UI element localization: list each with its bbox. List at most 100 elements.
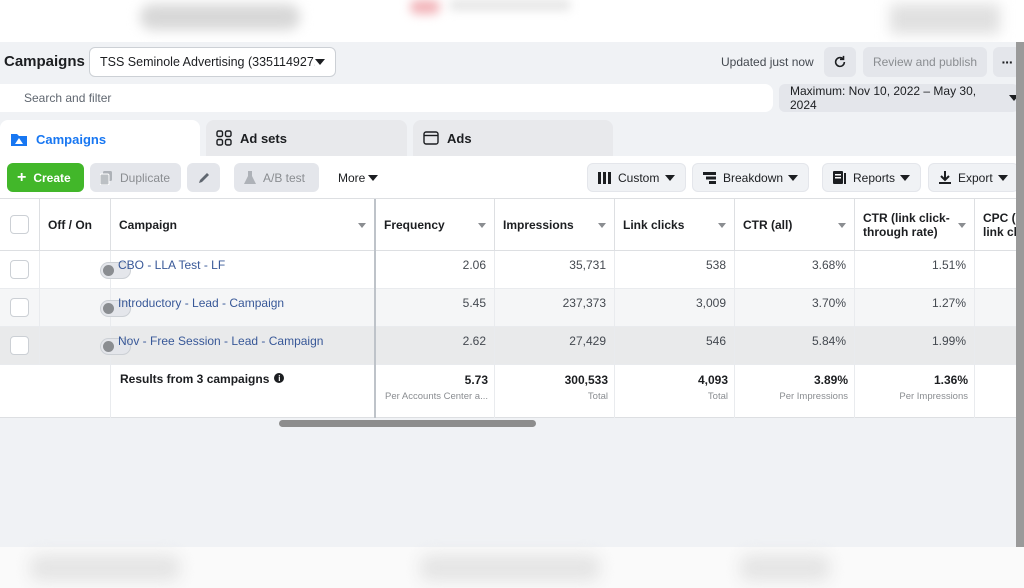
campaign-name-link[interactable]: Introductory - Lead - Campaign (111, 289, 376, 327)
col-frequency[interactable]: Frequency (376, 199, 495, 251)
totals-label-cell: Results from 3 campaigns i (111, 365, 376, 418)
reports-label: Reports (853, 170, 896, 185)
blurred-region (890, 4, 1000, 34)
totals-label: Results from 3 campaigns (120, 372, 270, 386)
row-toggle-cell (40, 251, 131, 289)
select-all-cell (0, 199, 40, 251)
grid-icon (216, 130, 232, 146)
export-dropdown[interactable]: Export (928, 163, 1019, 192)
totals-ctr-all-sub: Per Impressions (779, 391, 848, 402)
col-ctr-link[interactable]: CTR (link click-through rate) (855, 199, 975, 251)
vertical-scrollbar[interactable] (1016, 42, 1024, 547)
blurred-region (140, 4, 300, 30)
ads-manager: Campaigns TSS Seminole Advertising (3351… (0, 42, 1024, 547)
table-header: Off / On Campaign Frequency Impressions … (0, 199, 1016, 251)
duplicate-button[interactable]: Duplicate (90, 163, 181, 192)
account-name: TSS Seminole Advertising (335114927... (100, 55, 315, 69)
ab-test-label: A/B test (263, 170, 306, 185)
blurred-top-bar (0, 0, 1024, 42)
row-select-cell (0, 251, 40, 289)
blurred-region (420, 555, 600, 581)
tab-label: Ads (447, 130, 472, 146)
sort-icon (358, 223, 366, 228)
tab-label: Campaigns (36, 131, 107, 147)
link-clicks-value: 3,009 (615, 289, 735, 327)
impressions-value: 237,373 (495, 289, 615, 327)
chevron-down-icon (368, 174, 378, 181)
sort-icon (478, 223, 486, 228)
table-row[interactable]: CBO - LLA Test - LF 2.06 35,731 538 3.68… (0, 251, 1016, 289)
chevron-down-icon (998, 174, 1008, 181)
create-label: Create (33, 170, 71, 185)
blurred-bottom-bar (0, 547, 1024, 588)
search-input[interactable]: Search and filter (0, 84, 773, 112)
ctr-link-value: 1.27% (855, 289, 975, 327)
page-title: Campaigns (4, 53, 85, 70)
more-dropdown[interactable]: More (328, 163, 388, 192)
sort-icon (838, 223, 846, 228)
breakdown-icon (703, 171, 716, 184)
edit-button[interactable] (187, 163, 220, 192)
blurred-region (30, 555, 180, 581)
row-checkbox[interactable] (10, 298, 29, 317)
col-label-line: CTR (link click- (863, 211, 950, 225)
col-label: CTR (link click-through rate) (863, 211, 950, 239)
totals-impressions-sub: Total (587, 391, 608, 402)
breakdown-dropdown[interactable]: Breakdown (692, 163, 809, 192)
review-publish-button[interactable]: Review and publish (863, 47, 987, 77)
duplicate-label: Duplicate (120, 170, 171, 185)
chevron-down-icon (665, 174, 675, 181)
totals-ctr-link-cell: 1.36% Per Impressions (855, 365, 975, 418)
blurred-region (740, 555, 830, 581)
totals-link-clicks: 4,093 (697, 373, 728, 387)
info-icon[interactable]: i (274, 373, 285, 383)
table-row[interactable]: Nov - Free Session - Lead - Campaign 2.6… (0, 327, 1016, 365)
ad-window-icon (423, 130, 439, 146)
col-cpc[interactable]: CPC (clink clic (975, 199, 1016, 251)
row-checkbox[interactable] (10, 336, 29, 355)
totals-impressions: 300,533 (564, 373, 608, 387)
frequency-value: 2.06 (376, 251, 495, 289)
refresh-button[interactable] (824, 47, 856, 77)
col-label: CPC (clink clic (983, 211, 1016, 239)
col-label-line: CPC (c (983, 211, 1016, 225)
ctr-all-value: 3.70% (735, 289, 855, 327)
ctr-link-value: 1.99% (855, 327, 975, 365)
account-selector[interactable]: TSS Seminole Advertising (335114927... (89, 47, 336, 77)
create-button[interactable]: + Create (7, 163, 84, 192)
ab-test-button[interactable]: A/B test (234, 163, 319, 192)
tab-ads[interactable]: Ads (413, 120, 613, 156)
tab-ad-sets[interactable]: Ad sets (206, 120, 407, 156)
col-impressions[interactable]: Impressions (495, 199, 615, 251)
ctr-link-value: 1.51% (855, 251, 975, 289)
col-ctr-all[interactable]: CTR (all) (735, 199, 855, 251)
row-select-cell (0, 289, 40, 327)
campaigns-table: Off / On Campaign Frequency Impressions … (0, 198, 1016, 418)
col-off-on[interactable]: Off / On (40, 199, 111, 251)
refresh-icon (834, 55, 846, 68)
col-campaign[interactable]: Campaign (111, 199, 376, 251)
frequency-value: 2.62 (376, 327, 495, 365)
col-label: Frequency (384, 218, 445, 232)
duplicate-icon (100, 170, 113, 185)
report-icon (833, 171, 846, 184)
more-label: More (338, 170, 366, 185)
row-checkbox[interactable] (10, 260, 29, 279)
row-toggle-cell (40, 289, 131, 327)
col-label: Campaign (119, 218, 178, 232)
campaign-name-link[interactable]: Nov - Free Session - Lead - Campaign (111, 327, 376, 365)
col-link-clicks[interactable]: Link clicks (615, 199, 735, 251)
totals-ctr-all-cell: 3.89% Per Impressions (735, 365, 855, 418)
tab-campaigns[interactable]: Campaigns (0, 120, 200, 158)
top-bar: Campaigns TSS Seminole Advertising (3351… (0, 42, 1021, 84)
date-range-picker[interactable]: Maximum: Nov 10, 2022 – May 30, 2024 (779, 84, 1019, 112)
updated-status: Updated just now (721, 55, 814, 69)
columns-custom-dropdown[interactable]: Custom (587, 163, 686, 192)
col-label: CTR (all) (743, 218, 793, 232)
campaign-name-link[interactable]: CBO - LLA Test - LF (111, 251, 376, 289)
select-all-checkbox[interactable] (10, 215, 29, 234)
plus-icon: + (17, 168, 27, 186)
horizontal-scrollbar[interactable] (279, 420, 536, 427)
table-row[interactable]: Introductory - Lead - Campaign 5.45 237,… (0, 289, 1016, 327)
reports-dropdown[interactable]: Reports (822, 163, 921, 192)
